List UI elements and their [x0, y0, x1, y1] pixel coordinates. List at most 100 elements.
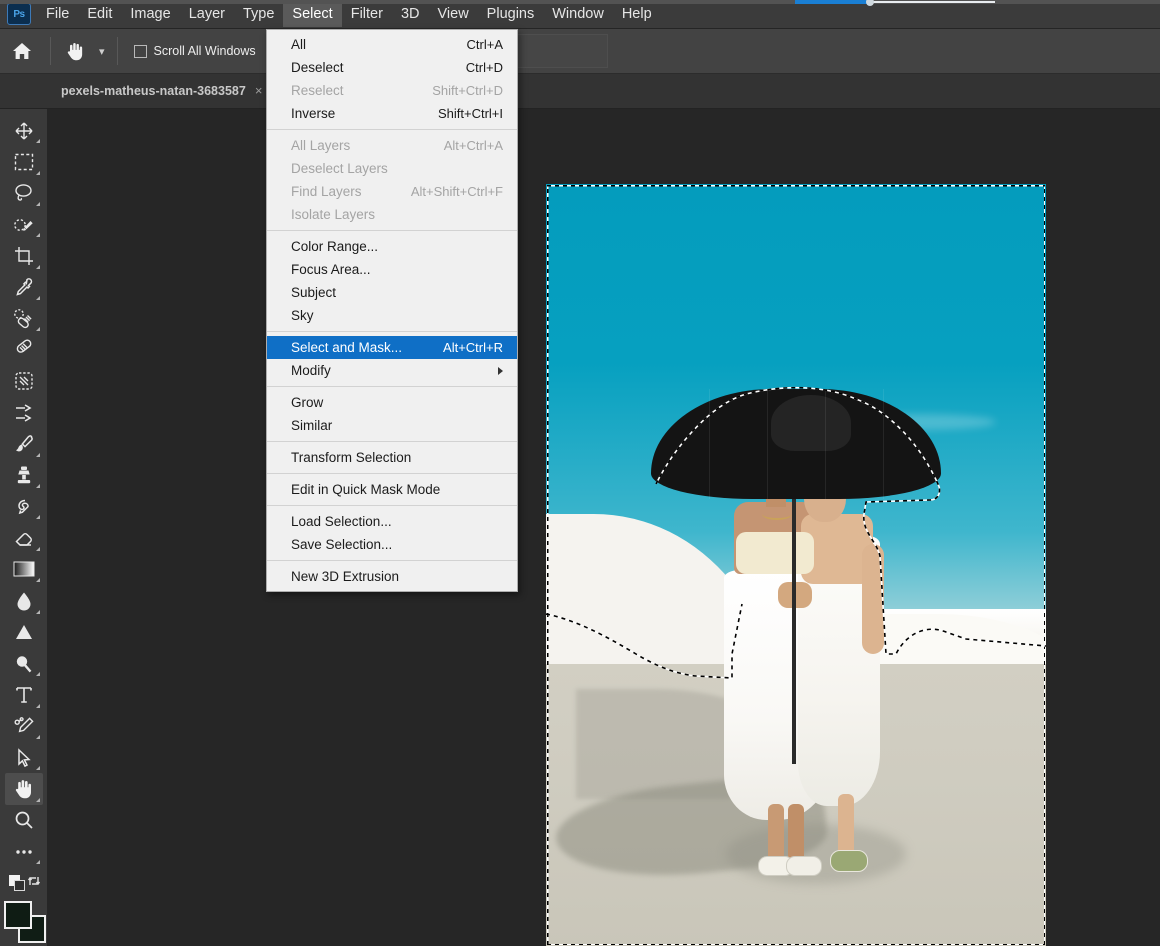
gradient-tool[interactable]	[5, 554, 43, 585]
menu-item-label: Color Range...	[291, 239, 378, 254]
figure-left-top	[736, 532, 814, 574]
blur-tool[interactable]	[5, 585, 43, 616]
close-icon[interactable]: ×	[255, 83, 263, 98]
lasso-tool[interactable]	[5, 178, 43, 209]
menu-item-label: Transform Selection	[291, 450, 411, 465]
color-swatches[interactable]	[2, 901, 46, 946]
menu-separator	[267, 129, 517, 130]
rectangular-marquee-tool[interactable]	[5, 146, 43, 177]
menu-filter[interactable]: Filter	[342, 1, 392, 27]
menu-item-label: Grow	[291, 395, 323, 410]
hand-tool[interactable]	[5, 773, 43, 804]
foreground-color-swatch[interactable]	[4, 901, 32, 929]
content-aware-move-tool[interactable]	[5, 397, 43, 428]
default-colors-bg-icon[interactable]	[14, 880, 25, 891]
scroll-all-windows-checkbox[interactable]	[134, 45, 147, 58]
menu-item-shortcut: Alt+Shift+Ctrl+F	[411, 184, 503, 199]
object-selection-tool[interactable]	[5, 209, 43, 240]
sneaker-right	[830, 850, 868, 872]
tools-panel[interactable]	[0, 109, 48, 946]
menu-item-all[interactable]: All Ctrl+A	[267, 33, 517, 56]
menu-bar[interactable]: Ps File Edit Image Layer Type Select Fil…	[0, 0, 1160, 29]
menu-item-label: Deselect Layers	[291, 161, 388, 176]
document-tab-0[interactable]: pexels-matheus-natan-3683587 ×	[48, 73, 276, 108]
menu-item-label: All	[291, 37, 306, 52]
menu-item-new-3d-extrusion[interactable]: New 3D Extrusion	[267, 565, 517, 588]
document-canvas[interactable]	[546, 184, 1046, 946]
menu-item-deselect[interactable]: Deselect Ctrl+D	[267, 56, 517, 79]
menu-item-save-selection[interactable]: Save Selection...	[267, 533, 517, 556]
menu-item-find-layers: Find LayersAlt+Shift+Ctrl+F	[267, 180, 517, 203]
menu-item-focus-area[interactable]: Focus Area...	[267, 258, 517, 281]
document-tab-bar[interactable]: pexels-matheus-natan-3683587 × Tutorial.…	[0, 74, 1160, 109]
edit-toolbar-more[interactable]	[5, 836, 43, 867]
type-tool[interactable]	[5, 679, 43, 710]
umbrella-highlight	[771, 395, 851, 451]
menu-item-edit-in-quick-mask-mode[interactable]: Edit in Quick Mask Mode	[267, 478, 517, 501]
menu-item-grow[interactable]: Grow	[267, 391, 517, 414]
menu-separator	[267, 560, 517, 561]
menu-item-shortcut: Ctrl+D	[466, 60, 503, 75]
spot-healing-brush-tool[interactable]	[5, 303, 43, 334]
brush-tool[interactable]	[5, 428, 43, 459]
menu-item-select-and-mask[interactable]: Select and Mask...Alt+Ctrl+R	[267, 336, 517, 359]
scroll-all-windows-label: Scroll All Windows	[154, 44, 256, 58]
eyedropper-tool[interactable]	[5, 272, 43, 303]
menu-item-label: Reselect	[291, 83, 344, 98]
menu-view[interactable]: View	[429, 1, 478, 27]
menu-layer[interactable]: Layer	[180, 1, 234, 27]
zoom-tool[interactable]	[5, 805, 43, 836]
pen-tool[interactable]	[5, 711, 43, 742]
menu-item-similar[interactable]: Similar	[267, 414, 517, 437]
menu-3d[interactable]: 3D	[392, 1, 429, 27]
active-tool-preset[interactable]	[57, 33, 93, 69]
select-menu-dropdown[interactable]: All Ctrl+A Deselect Ctrl+D Reselect Shift+Ctr…	[266, 29, 518, 592]
menu-image[interactable]: Image	[121, 1, 179, 27]
top-progress-bar[interactable]	[0, 0, 1160, 4]
sponge-tool[interactable]	[5, 648, 43, 679]
home-button[interactable]	[0, 29, 44, 74]
menu-item-transform-selection[interactable]: Transform Selection	[267, 446, 517, 469]
menu-item-shortcut: Ctrl+A	[467, 37, 503, 52]
menu-item-label: Deselect	[291, 60, 344, 75]
document-tab-label: pexels-matheus-natan-3683587	[61, 84, 246, 98]
menu-item-label: Select and Mask...	[291, 340, 402, 355]
clone-stamp-tool[interactable]	[5, 460, 43, 491]
menu-plugins[interactable]: Plugins	[478, 1, 544, 27]
swap-colors-icon[interactable]	[27, 874, 41, 888]
menu-help[interactable]: Help	[613, 1, 661, 27]
progress-fill	[795, 0, 870, 4]
menu-item-subject[interactable]: Subject	[267, 281, 517, 304]
menu-item-label: Isolate Layers	[291, 207, 375, 222]
move-tool[interactable]	[5, 115, 43, 146]
history-brush-tool[interactable]	[5, 491, 43, 522]
menu-item-all-layers: All LayersAlt+Ctrl+A	[267, 134, 517, 157]
menu-item-load-selection[interactable]: Load Selection...	[267, 510, 517, 533]
menu-file[interactable]: File	[37, 1, 78, 27]
options-bar[interactable]: ▾ Scroll All Windows een	[0, 29, 1160, 74]
menu-type[interactable]: Type	[234, 1, 283, 27]
menu-item-sky[interactable]: Sky	[267, 304, 517, 327]
menu-item-color-range[interactable]: Color Range...	[267, 235, 517, 258]
chevron-down-icon[interactable]: ▾	[93, 45, 111, 58]
eraser-tool[interactable]	[5, 522, 43, 553]
menu-select[interactable]: Select	[283, 1, 341, 27]
path-selection-tool[interactable]	[5, 742, 43, 773]
canvas-workspace[interactable]	[48, 109, 1160, 946]
menu-item-inverse[interactable]: InverseShift+Ctrl+I	[267, 102, 517, 125]
menu-window[interactable]: Window	[543, 1, 613, 27]
healing-brush-tool[interactable]	[5, 334, 43, 365]
menu-item-modify[interactable]: Modify	[267, 359, 517, 382]
scroll-all-windows-option[interactable]: Scroll All Windows	[124, 44, 256, 58]
menu-item-isolate-layers: Isolate Layers	[267, 203, 517, 226]
patch-tool[interactable]	[5, 366, 43, 397]
crop-tool[interactable]	[5, 240, 43, 271]
menu-edit[interactable]: Edit	[78, 1, 121, 27]
menu-item-label: Modify	[291, 363, 331, 378]
dodge-tool[interactable]	[5, 617, 43, 648]
quick-color-row[interactable]	[3, 871, 45, 895]
menu-separator	[267, 230, 517, 231]
menu-item-label: Similar	[291, 418, 332, 433]
menu-item-shortcut: Shift+Ctrl+I	[438, 106, 503, 121]
menu-item-label: Edit in Quick Mask Mode	[291, 482, 440, 497]
